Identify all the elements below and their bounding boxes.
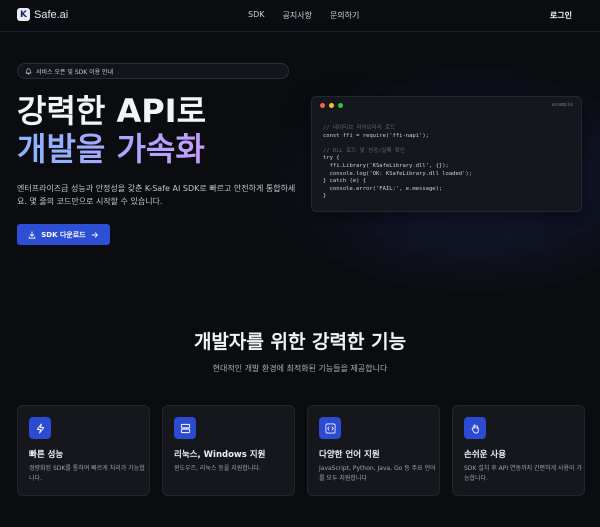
- maximize-dot-icon: [338, 103, 343, 108]
- hero-title-line2: 개발을 가속화: [17, 130, 205, 168]
- features-title: 개발자를 위한 강력한 기능: [193, 331, 407, 353]
- code-filename: example: [551, 102, 573, 108]
- code-line: console.error('FAIL:', e.message);: [323, 185, 443, 192]
- lightning-icon: [29, 417, 51, 439]
- feature-title: 빠른 성능: [29, 450, 64, 460]
- feature-card-performance: 빠른 성능 경량화된 SDK를 통하여 빠르게 처리가 가능합니다.: [17, 405, 150, 496]
- code-line: const ffi = require('ffi-napi');: [323, 132, 429, 139]
- login-link[interactable]: 로그인: [550, 10, 572, 21]
- features-subtitle: 현대적인 개발 환경에 최적화된 기능들을 제공합니다: [212, 364, 388, 373]
- feature-desc: 윈도우즈, 리눅스 등을 지원합니다.: [174, 465, 261, 472]
- arrow-right-icon: [91, 231, 98, 238]
- nav-link-contact[interactable]: 문의하기: [330, 10, 359, 21]
- feature-card-languages: 다양한 언어 지원 JavaScript, Python, Java, Go 등…: [307, 405, 440, 496]
- brand-mark-icon: K: [17, 8, 30, 21]
- server-icon: [174, 417, 196, 439]
- brand-logo[interactable]: K Safe.ai: [17, 8, 68, 21]
- bell-icon: [25, 67, 32, 74]
- close-dot-icon: [320, 103, 325, 108]
- code-line: ffi.Library('KSafeLibrary.dll', {});: [323, 162, 449, 169]
- code-line: }: [323, 193, 327, 200]
- hero-title-line1: 강력한 API로: [17, 92, 207, 130]
- code-icon: [319, 417, 341, 439]
- feature-card-platform: 리눅스, Windows 지원 윈도우즈, 리눅스 등을 지원합니다.: [162, 405, 295, 496]
- hero-description: 엔터프라이즈급 성능과 안정성을 갖춘 K-Safe AI SDK로 빠르고 안…: [17, 184, 296, 206]
- notice-text: 서비스 오픈 및 SDK 이용 안내: [36, 68, 114, 76]
- sdk-download-button[interactable]: SDK 다운로드: [17, 224, 110, 245]
- nav-link-sdk[interactable]: SDK: [248, 10, 264, 21]
- code-example-window: example // 네이티브 라이브러리 로드 const ffi = requ…: [311, 96, 582, 212]
- top-navbar: K Safe.ai SDK 공지사항 문의하기 로그인: [0, 0, 600, 32]
- code-line: try {: [323, 155, 340, 162]
- hero-title: 강력한 API로 개발을 가속화: [17, 92, 206, 168]
- sdk-download-label: SDK 다운로드: [41, 230, 86, 239]
- notice-banner[interactable]: 서비스 오픈 및 SDK 이용 안내: [17, 63, 289, 79]
- nav-link-notice[interactable]: 공지사항: [282, 10, 311, 21]
- feature-title: 손쉬운 사용: [464, 450, 507, 460]
- download-icon: [29, 230, 36, 239]
- window-controls: [320, 103, 343, 108]
- feature-desc: 경량화된 SDK를 통하여 빠르게 처리가 가능합니다.: [29, 465, 145, 482]
- code-line: } catch (e) {: [323, 178, 367, 185]
- code-line: // 네이티브 라이브러리 로드: [323, 125, 396, 131]
- feature-title: 리눅스, Windows 지원: [174, 450, 266, 460]
- feature-desc: JavaScript, Python, Java, Go 등 주요 언어를 모두…: [319, 465, 436, 482]
- nav-links: SDK 공지사항 문의하기: [248, 10, 359, 21]
- feature-desc: SDK 설치 후 API 연동까지 간편하게 사용이 가능합니다.: [464, 465, 583, 482]
- code-body: // 네이티브 라이브러리 로드 const ffi = require('ffi…: [323, 125, 472, 201]
- hand-icon: [464, 417, 486, 439]
- feature-card-ease: 손쉬운 사용 SDK 설치 후 API 연동까지 간편하게 사용이 가능합니다.: [452, 405, 585, 496]
- feature-title: 다양한 언어 지원: [319, 450, 380, 460]
- code-line: console.log('OK: KSafeLibrary.dll loaded…: [323, 170, 473, 177]
- feature-cards: 빠른 성능 경량화된 SDK를 통하여 빠르게 처리가 가능합니다. 리눅스, …: [17, 405, 585, 496]
- minimize-dot-icon: [329, 103, 334, 108]
- brand-name: Safe.ai: [34, 8, 69, 21]
- code-line: // DLL 로드 및 성공/실패 확인: [323, 147, 405, 154]
